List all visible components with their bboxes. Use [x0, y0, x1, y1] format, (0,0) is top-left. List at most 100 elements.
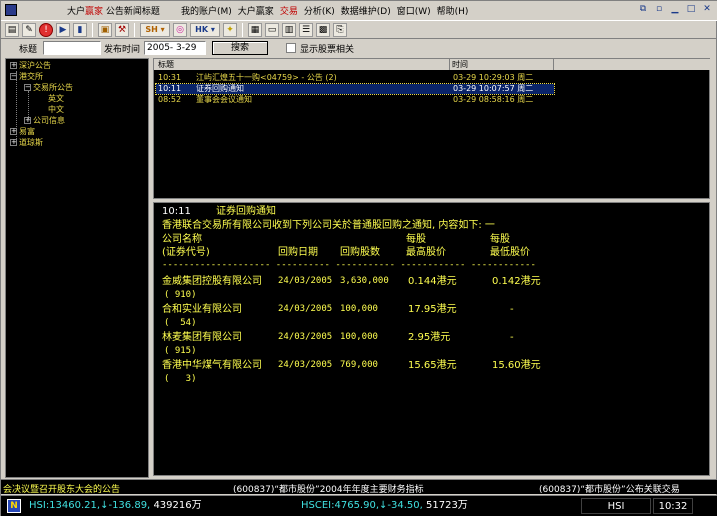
row-shares: 769,000 [340, 360, 378, 370]
ticker-item[interactable]: (600837)“都市股份”公布关联交易 [539, 482, 680, 495]
row-low: 0.142港元 [492, 276, 541, 287]
status-bar: N HSI:13460.21,↓-136.89, 439216万 HSCEI:4… [1, 495, 717, 516]
tree-item-label: 深沪公告 [19, 61, 51, 70]
export-icon[interactable]: ⎘ [333, 22, 347, 37]
row-date: 24/03/2005 [278, 360, 333, 370]
menu-winner[interactable]: 大户赢家 [238, 4, 274, 17]
collapse-icon[interactable]: − [24, 84, 31, 91]
search-button[interactable]: 搜索 [212, 41, 269, 55]
close-icon[interactable]: ✕ [700, 3, 714, 16]
row-company: 合和实业有限公司 [162, 304, 242, 315]
col-high: 最高股价 [406, 247, 446, 258]
row-high: 17.95港元 [408, 304, 457, 315]
menu-help[interactable]: 帮助(H) [437, 4, 469, 17]
title-suffix: 公告新闻标题 [105, 7, 160, 17]
toolbar-divider [242, 22, 243, 37]
news-list: 标题 时间 10:31 江屿汇煌五十一购<04759> - 公告 (2) 03-… [153, 58, 711, 199]
lock-icon[interactable]: ▣ [98, 22, 112, 37]
index-dropdown[interactable]: HK ▾ [190, 22, 220, 37]
menu-bar: 我的账户(M) 大户赢家 交易 分析(K) 数据维护(D) 窗口(W) 帮助(H… [181, 4, 468, 17]
ticker-item[interactable]: (600837)“都市股份”2004年年度主要财务指标 [233, 482, 424, 495]
window-controls: ⧉ ▫ ▁ □ ✕ [636, 3, 714, 16]
date-filter-input[interactable]: 2005- 3-29 [144, 41, 207, 55]
row-shares: 3,630,000 [340, 276, 389, 286]
tree-item-english[interactable]: 英文 [48, 93, 64, 104]
news-row-time: 10:11 [158, 84, 182, 93]
row-high: 2.95港元 [408, 332, 451, 343]
title-filter-input[interactable] [43, 41, 102, 55]
tree-item-company-info[interactable]: + 公司信息 [24, 115, 65, 126]
tree-item-label: 交易所公告 [33, 83, 73, 92]
row-date: 24/03/2005 [278, 332, 333, 342]
row-code: ( 54) [164, 318, 197, 328]
row-code: ( 915) [164, 346, 197, 356]
folder-icon[interactable]: ▤ [5, 22, 19, 37]
sh-market-dropdown[interactable]: SH ▾ [140, 22, 170, 37]
play-icon[interactable]: ▶ [56, 22, 70, 37]
tree-item-exchange-notices[interactable]: − 交易所公告 [24, 82, 73, 93]
detail-heading: 证券回购通知 [216, 206, 276, 217]
news-row-selected[interactable]: 10:11 证券回购通知 03-29 10:07:57 周二 [155, 83, 555, 95]
news-row-title: 董事会会议通知 [196, 95, 252, 104]
row-high: 15.65港元 [408, 360, 457, 371]
save-icon[interactable]: ▩ [316, 22, 330, 37]
tree-item-dow-jones[interactable]: + 道琼斯 [10, 137, 43, 148]
collapse-icon[interactable]: − [10, 73, 17, 80]
expand-icon[interactable]: + [10, 62, 17, 69]
tile-icon[interactable]: ▫ [652, 3, 666, 16]
grid-icon[interactable]: ▦ [248, 22, 262, 37]
sun-icon[interactable]: ✦ [223, 22, 237, 37]
show-related-checkbox[interactable] [286, 43, 297, 53]
expand-icon[interactable]: + [24, 117, 31, 124]
restore-icon[interactable]: ⧉ [636, 3, 650, 16]
detail-time: 10:11 [162, 206, 191, 217]
tree-item-yifu[interactable]: + 易富 [10, 126, 35, 137]
news-row[interactable]: 10:31 江屿汇煌五十一购<04759> - 公告 (2) 03-29 10:… [156, 73, 554, 83]
row-code: ( 910) [164, 290, 197, 300]
list-icon[interactable]: ☰ [299, 22, 313, 37]
menu-data-maintenance[interactable]: 数据维护(D) [341, 4, 391, 17]
row-company: 金威集团控股有限公司 [162, 276, 262, 287]
app-window: 大户赢家 公告新闻标题 我的账户(M) 大户赢家 交易 分析(K) 数据维护(D… [0, 0, 717, 516]
menu-window[interactable]: 窗口(W) [397, 4, 431, 17]
hscei-quote: HSCEI:4765.90,↓-34.50, 51723万 [301, 498, 468, 514]
chart-icon[interactable]: ▥ [282, 22, 296, 37]
menu-analysis[interactable]: 分析(K) [304, 4, 335, 17]
announcement-detail: 10:11 证券回购通知 香港联合交易所有限公司收到下列公司关於普通股回购之通知… [153, 202, 710, 476]
filter-bar: 标题 发布时间 2005- 3-29 搜索 显示股票相关 [1, 39, 717, 57]
news-row[interactable]: 08:52 董事会会议通知 03-29 08:58:16 周二 [156, 95, 554, 105]
expand-icon[interactable]: + [10, 128, 17, 135]
news-row-time: 08:52 [158, 95, 182, 104]
status-logo-icon: N [7, 499, 21, 513]
pink-chart-icon[interactable]: ◎ [173, 22, 187, 37]
toolbar: ▤ ✎ ! ▶ ▮ ▣ ⚒ SH ▾ ◎ HK ▾ ✦ ▦ ▭ ▥ ☰ ▩ ⎘ [1, 20, 717, 39]
index-selector[interactable]: HSI [581, 498, 651, 514]
row-low: 15.60港元 [492, 360, 541, 371]
menu-account[interactable]: 我的账户(M) [181, 4, 232, 17]
hscei-volume: 51723万 [426, 500, 468, 511]
column-header-time[interactable]: 时间 [450, 59, 554, 70]
date-filter-label: 发布时间 [104, 44, 141, 55]
attach-icon[interactable]: ✎ [22, 22, 36, 37]
row-company: 香港中华煤气有限公司 [162, 360, 262, 371]
hsi-value: HSI:13460.21,↓-136.89, [29, 500, 151, 511]
row-shares: 100,000 [340, 304, 378, 314]
row-date: 24/03/2005 [278, 304, 333, 314]
tree-item-hkex[interactable]: − 港交所 [10, 71, 43, 82]
app-logo-icon [5, 4, 17, 16]
expand-icon[interactable]: + [10, 139, 17, 146]
title-prefix: 大户 [67, 7, 86, 17]
hammer-icon[interactable]: ⚒ [115, 22, 129, 37]
list-header: 标题 时间 [154, 59, 711, 70]
minimize-icon[interactable]: ▁ [668, 3, 682, 16]
news-row-datetime: 03-29 08:58:16 周二 [453, 95, 534, 104]
alert-icon[interactable]: ! [39, 22, 53, 37]
column-header-title[interactable]: 标题 [154, 59, 450, 70]
menu-trade[interactable]: 交易 [280, 4, 298, 17]
window-icon[interactable]: ▭ [265, 22, 279, 37]
ticker-item[interactable]: 会决议暨召开股东大会的公告 [3, 482, 120, 495]
tree-item-chinese[interactable]: 中文 [48, 104, 64, 115]
stop-icon[interactable]: ▮ [73, 22, 87, 37]
maximize-icon[interactable]: □ [684, 3, 698, 16]
tree-item-sz-sh[interactable]: + 深沪公告 [10, 60, 51, 71]
